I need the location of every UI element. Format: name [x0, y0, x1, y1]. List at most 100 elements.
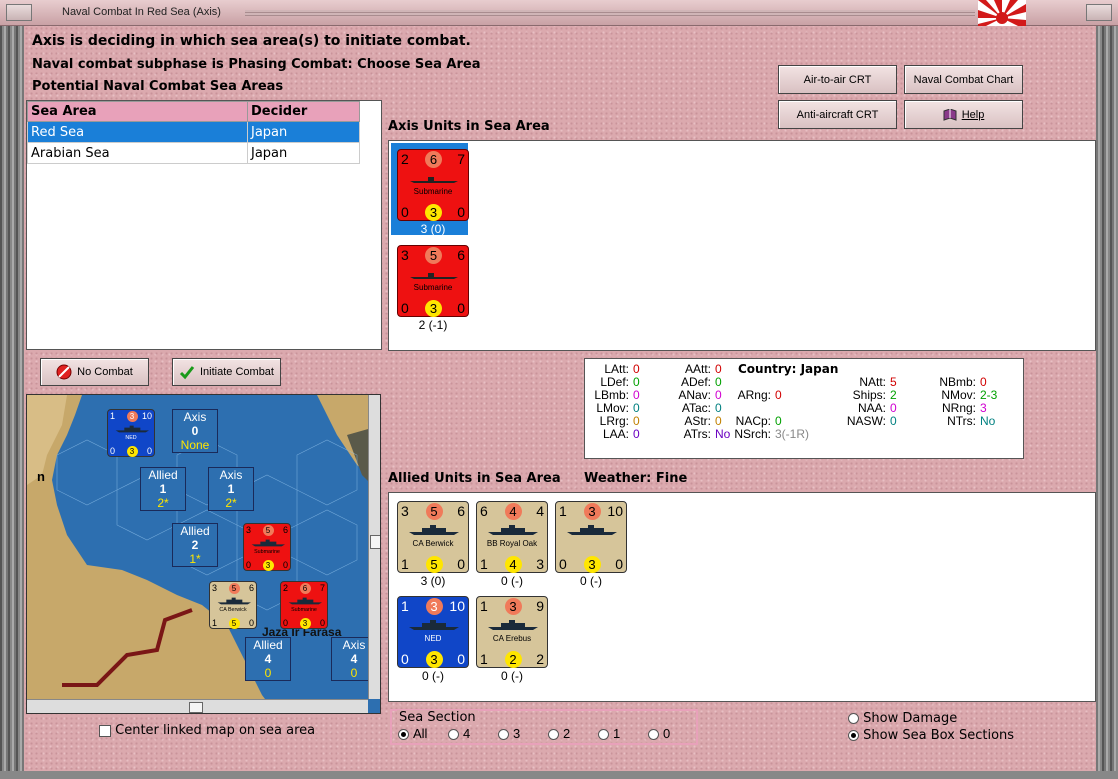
sea-section-option[interactable]: 0: [648, 726, 670, 741]
checkmark-icon: [179, 366, 195, 380]
bottom-frame: [0, 771, 1118, 779]
sea-box-num: 2: [191, 538, 199, 552]
map-vertical-scroll-thumb[interactable]: [370, 535, 380, 549]
sea-box[interactable]: Allied 1 2*: [140, 467, 186, 511]
show-sea-box-sections-label: Show Sea Box Sections: [863, 728, 1015, 743]
unit-bottom-right: 0: [248, 618, 254, 628]
stat-label: LBmb:: [594, 388, 629, 402]
help-button[interactable]: Help: [904, 100, 1023, 129]
sea-section-radio[interactable]: [548, 729, 559, 741]
stat-value: No: [715, 427, 731, 441]
stat-label: NAtt:: [859, 375, 886, 389]
sea-section-radio[interactable]: [598, 729, 609, 741]
unit-bottom-right: 0: [319, 618, 325, 628]
sea-box[interactable]: Allied 2 1*: [172, 523, 218, 567]
warship-icon: [288, 597, 322, 604]
sea-section-option-label: 3: [513, 726, 521, 741]
stat-label: NTrs:: [947, 414, 976, 428]
unit-caption: 3 (0): [420, 222, 446, 236]
sea-area-cell[interactable]: Red Sea: [27, 121, 248, 143]
unit-bottom-right: 2: [536, 651, 544, 667]
warship-icon: [115, 425, 149, 432]
unit-counter[interactable]: 3 5 6 1 5 0 CA Berwick: [209, 581, 257, 629]
unit-counter[interactable]: 1 3 10 0 3 0 NED: [107, 409, 155, 457]
unit-top-right: 6: [248, 582, 254, 593]
sea-box[interactable]: Axis 0 None: [172, 409, 218, 453]
show-damage-option[interactable]: Show Damage: [848, 711, 957, 726]
axis-unit-counter[interactable]: 3 5 6 Submarine 0 3 0: [397, 245, 469, 317]
no-combat-button[interactable]: No Combat: [40, 358, 149, 386]
stat-value: 0: [890, 414, 897, 428]
unit-top-left: 2: [401, 151, 409, 167]
sea-area-cell[interactable]: Arabian Sea: [27, 142, 248, 164]
sea-section-option[interactable]: 2: [548, 726, 570, 741]
show-sea-box-sections-radio[interactable]: [848, 730, 859, 741]
table-row[interactable]: Red Sea Japan: [27, 121, 360, 143]
center-linked-map-option[interactable]: Center linked map on sea area: [99, 723, 315, 738]
unit-top-center: 6: [299, 582, 311, 594]
sea-section-radio[interactable]: [498, 729, 509, 741]
unit-top-left: 3: [246, 524, 252, 535]
no-combat-label: No Combat: [77, 366, 133, 378]
unit-top-center: 3: [126, 410, 138, 422]
unit-top-left: 2: [283, 582, 289, 593]
stat-label: AStr:: [684, 414, 711, 428]
unit-name: NED: [125, 434, 137, 441]
sea-section-option[interactable]: 4: [448, 726, 470, 741]
sea-box[interactable]: Allied 4 0: [245, 637, 291, 681]
map-edge-label: n: [37, 469, 45, 484]
close-button[interactable]: [1086, 4, 1112, 21]
stat-label: NMov:: [941, 388, 976, 402]
unit-counter[interactable]: 1 3 9 1 2 2 CA Erebus: [476, 596, 548, 668]
subphase-text: Naval combat subphase is Phasing Combat:…: [32, 57, 481, 72]
initiate-combat-button[interactable]: Initiate Combat: [172, 358, 281, 386]
unit-top-right: 10: [141, 410, 152, 421]
sea-section-radio[interactable]: [648, 729, 659, 741]
table-row[interactable]: Arabian Sea Japan: [27, 142, 360, 164]
column-header-decider[interactable]: Decider: [247, 101, 360, 122]
map-horizontal-scrollbar[interactable]: [27, 699, 368, 713]
sea-section-radio[interactable]: [398, 729, 409, 741]
sea-section-option-label: 1: [613, 726, 621, 741]
axis-unit-counter[interactable]: 2 6 7 Submarine 0 3 0: [397, 149, 469, 221]
stat-value: 2: [890, 388, 897, 402]
sea-section-option[interactable]: 1: [598, 726, 620, 741]
unit-name: Submarine: [413, 187, 453, 196]
sea-map[interactable]: n Jaza Ir Farasa Axis 0 None Allied 1 2* Axis 1…: [26, 394, 381, 714]
weather-label: Weather: Fine: [584, 471, 688, 486]
unit-bottom-right: 0: [457, 651, 465, 667]
decider-cell[interactable]: Japan: [247, 142, 360, 164]
unit-bottom-center: 3: [425, 651, 443, 668]
unit-counter[interactable]: 1 3 10 0 3 0: [555, 501, 627, 573]
unit-counter[interactable]: 3 5 6 0 3 0 Submarine: [243, 523, 291, 571]
right-frame: [1096, 26, 1118, 779]
naval-combat-chart-button[interactable]: Naval Combat Chart: [904, 65, 1023, 94]
decider-cell[interactable]: Japan: [247, 121, 360, 143]
sea-box[interactable]: Axis 1 2*: [208, 467, 254, 511]
axis-units-heading: Axis Units in Sea Area: [388, 119, 550, 134]
unit-top-right: 6: [282, 524, 288, 535]
unit-bottom-left: 0: [401, 651, 409, 667]
unit-top-left: 1: [480, 598, 488, 614]
unit-counter[interactable]: 3 5 6 1 5 0 CA Berwick: [397, 501, 469, 573]
anti-aircraft-crt-button[interactable]: Anti-aircraft CRT: [778, 100, 897, 129]
sea-box-side: Allied: [253, 638, 283, 652]
stat-label: ATac:: [681, 401, 711, 415]
system-menu-button[interactable]: [6, 4, 32, 21]
unit-top-left: 1: [110, 410, 116, 421]
show-damage-radio[interactable]: [848, 713, 859, 724]
map-horizontal-scroll-thumb[interactable]: [189, 702, 203, 713]
map-vertical-scrollbar[interactable]: [368, 395, 380, 699]
unit-counter[interactable]: 1 3 10 0 3 0 NED: [397, 596, 469, 668]
center-linked-checkbox[interactable]: [99, 724, 111, 737]
sea-section-option[interactable]: 3: [498, 726, 520, 741]
unit-counter[interactable]: 2 6 7 0 3 0 Submarine: [280, 581, 328, 629]
sea-box-num: 0: [191, 424, 199, 438]
sea-section-radio[interactable]: [448, 729, 459, 741]
air-to-air-crt-button[interactable]: Air-to-air CRT: [778, 65, 897, 94]
show-sea-box-sections-option[interactable]: Show Sea Box Sections: [848, 728, 1014, 743]
unit-counter[interactable]: 6 4 4 1 4 3 BB Royal Oak: [476, 501, 548, 573]
unit-bottom-left: 1: [212, 618, 218, 628]
sea-section-option[interactable]: All: [398, 726, 427, 741]
column-header-sea-area[interactable]: Sea Area: [27, 101, 248, 122]
